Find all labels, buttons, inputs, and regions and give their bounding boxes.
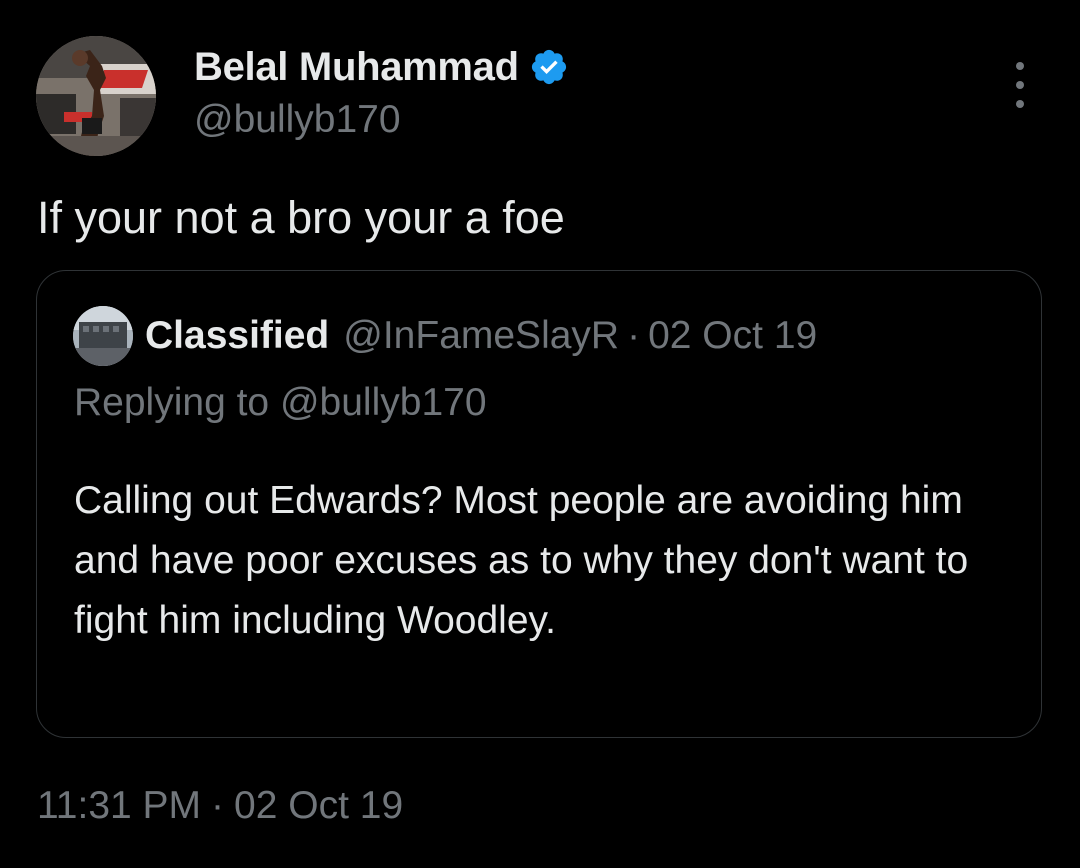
tweet-date: 02 Oct 19 <box>234 784 404 827</box>
more-options-icon[interactable] <box>1000 62 1040 108</box>
more-dot <box>1016 81 1024 89</box>
quoted-separator: · <box>627 314 641 357</box>
quoted-tweet-card[interactable]: Classified @InFameSlayR · 02 Oct 19 Repl… <box>36 270 1042 738</box>
quoted-date: 02 Oct 19 <box>648 314 818 357</box>
author-name-row: Belal Muhammad <box>194 44 569 90</box>
author-handle[interactable]: @bullyb170 <box>194 98 401 142</box>
quoted-replying-to: Replying to @bullyb170 <box>74 381 487 424</box>
tweet-text: If your not a bro your a foe <box>37 192 565 243</box>
tweet-timestamp[interactable]: 11:31 PM · 02 Oct 19 <box>37 784 403 828</box>
tweet-container: Belal Muhammad @bullyb170 If your not a … <box>0 0 1080 868</box>
quoted-author-avatar <box>73 306 133 366</box>
quoted-author-name: Classified <box>145 314 330 357</box>
fighter-avatar-photo <box>36 36 156 156</box>
author-name[interactable]: Belal Muhammad <box>194 45 519 90</box>
more-dot <box>1016 62 1024 70</box>
timestamp-separator: · <box>211 784 225 827</box>
quoted-tweet-text: Calling out Edwards? Most people are avo… <box>74 479 969 642</box>
tweet-time: 11:31 PM <box>37 784 202 827</box>
more-dot <box>1016 100 1024 108</box>
author-avatar[interactable] <box>36 36 156 156</box>
quoted-author-handle: @InFameSlayR <box>343 314 620 357</box>
building-avatar-photo <box>73 306 133 366</box>
verified-badge-icon <box>529 47 569 87</box>
quoted-tweet-header: Classified @InFameSlayR · 02 Oct 19 <box>73 306 818 366</box>
